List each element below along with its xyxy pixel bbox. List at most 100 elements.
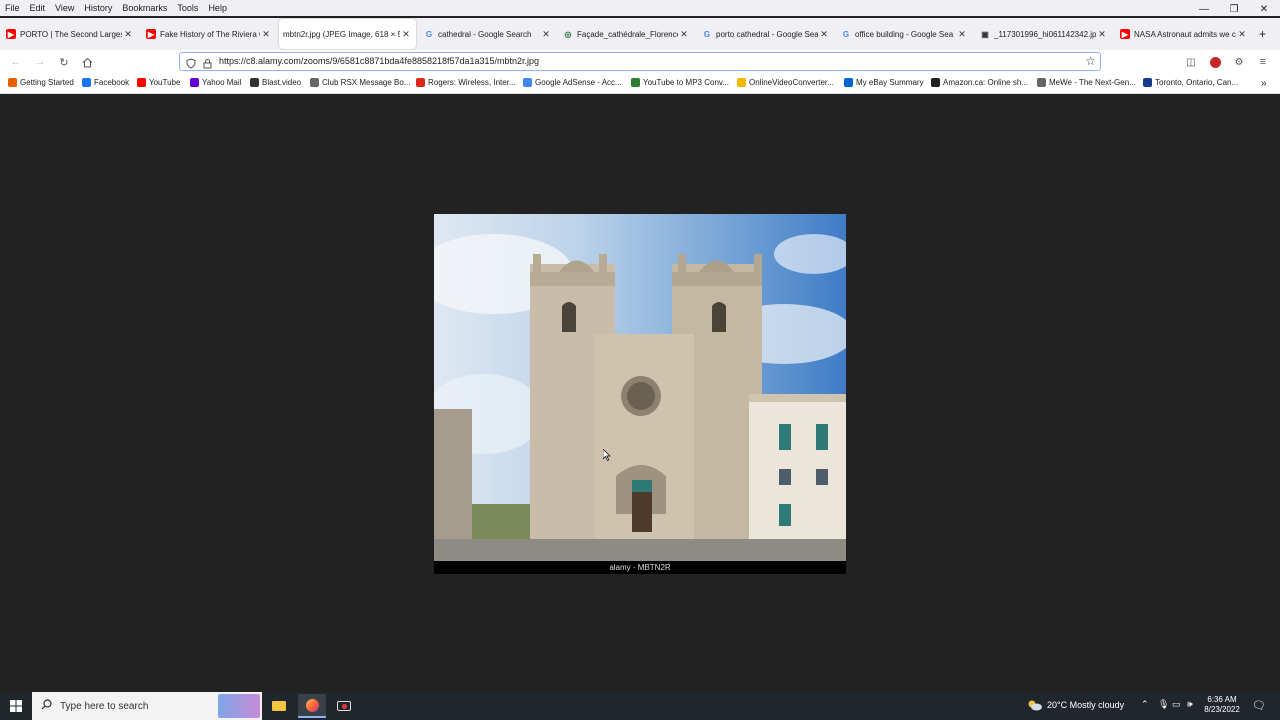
close-tab-icon[interactable]: ✕: [260, 29, 272, 40]
notifications-icon[interactable]: 🗨: [1252, 699, 1266, 712]
search-placeholder: Type here to search: [60, 700, 149, 712]
microphone-icon[interactable]: 🎙: [1158, 699, 1169, 710]
shield-icon[interactable]: [186, 56, 196, 74]
bookmark-label: Rogers: Wireless, Inter...: [428, 78, 516, 87]
bookmark-item[interactable]: Facebook: [82, 78, 129, 87]
firefox-taskbar-icon[interactable]: [298, 694, 326, 718]
tab[interactable]: G office building - Google Sea ✕: [841, 25, 968, 43]
tab[interactable]: ▶ Fake History of The Riviera O ✕: [146, 25, 272, 43]
weather-text[interactable]: 20°C Mostly cloudy: [1047, 700, 1124, 710]
bookmark-star-icon[interactable]: ☆: [1085, 54, 1096, 68]
google-icon: G: [703, 29, 711, 39]
bookmark-label: Facebook: [94, 78, 130, 87]
ebay-icon: [844, 78, 853, 87]
bookmark-label: Toronto, Ontario, Can...: [1155, 78, 1239, 87]
bookmark-item[interactable]: Google AdSense - Acc...: [523, 78, 622, 87]
tab-title: porto cathedral - Google Sea: [716, 29, 818, 39]
menu-bookmarks[interactable]: Bookmarks: [117, 0, 172, 16]
tab-title: Fake History of The Riviera O: [160, 29, 260, 39]
url-text: https://c8.alamy.com/zooms/9/6581c8871bd…: [219, 56, 540, 66]
restore-button[interactable]: ❐: [1218, 0, 1250, 18]
tab[interactable]: ▶ NASA Astronaut admits we c ✕: [1120, 25, 1248, 43]
bookmark-item[interactable]: Toronto, Ontario, Can...: [1143, 78, 1238, 87]
menu-edit[interactable]: Edit: [25, 0, 51, 16]
bookmark-item[interactable]: Getting Started: [8, 78, 74, 87]
google-icon: G: [425, 29, 433, 39]
close-tab-icon[interactable]: ✕: [678, 29, 690, 40]
address-bar[interactable]: https://c8.alamy.com/zooms/9/6581c8871bd…: [179, 52, 1101, 71]
tab[interactable]: ▶ PORTO | The Second Largest ✕: [6, 25, 134, 43]
tab-title: _117301996_hi061142342.jpg: [994, 29, 1096, 39]
cathedral-image[interactable]: alamy - MBTN2R: [434, 214, 846, 574]
bookmark-label: Google AdSense - Acc...: [535, 78, 622, 87]
lock-icon[interactable]: [203, 56, 212, 74]
bookmark-item[interactable]: YouTube: [137, 78, 180, 87]
close-tab-icon[interactable]: ✕: [540, 29, 552, 40]
image-viewer: alamy - MBTN2R: [0, 94, 1280, 692]
image-icon: ▣: [981, 29, 989, 39]
more-bookmarks-chevron-icon[interactable]: »: [1261, 78, 1267, 89]
windows-start-icon[interactable]: [2, 694, 30, 718]
close-tab-icon[interactable]: ✕: [122, 29, 134, 40]
youtube-icon: ▶: [146, 29, 156, 39]
menu-help[interactable]: Help: [203, 0, 232, 16]
bookmark-item[interactable]: Yahoo Mail: [190, 78, 241, 87]
menu-tools[interactable]: Tools: [172, 0, 203, 16]
extensions-icon[interactable]: ⚙: [1231, 54, 1247, 70]
volume-icon[interactable]: 🕪: [1187, 699, 1193, 710]
weather-cloud-icon[interactable]: [1027, 699, 1043, 714]
google-icon: G: [842, 29, 850, 39]
youtube-icon: ▶: [1120, 29, 1130, 39]
reload-icon[interactable]: ↻: [56, 54, 72, 70]
file-explorer-icon[interactable]: [265, 694, 293, 718]
youtube-icon: [137, 78, 146, 87]
tab[interactable]: ▣ _117301996_hi061142342.jpg ✕: [980, 25, 1108, 43]
bookmark-item[interactable]: Blast.video: [250, 78, 301, 87]
minimize-button[interactable]: —: [1188, 0, 1220, 18]
tray-chevron-up-icon[interactable]: ⌃: [1141, 699, 1149, 710]
network-icon[interactable]: ▭: [1172, 699, 1181, 710]
mouse-cursor-icon: [602, 448, 611, 461]
screen-recorder-icon[interactable]: [330, 694, 358, 718]
home-icon[interactable]: [79, 54, 95, 70]
bookmark-item[interactable]: MeWe - The Next-Gen...: [1037, 78, 1136, 87]
clock[interactable]: 6:36 AM 8/23/2022: [1200, 695, 1244, 715]
bookmark-item[interactable]: YouTube to MP3 Conv...: [631, 78, 729, 87]
tab[interactable]: G cathedral - Google Search ✕: [424, 25, 552, 43]
pocket-icon[interactable]: ◫: [1183, 54, 1199, 70]
bookmark-item[interactable]: Club RSX Message Bo...: [310, 78, 410, 87]
forward-icon[interactable]: →: [32, 54, 48, 70]
google-icon: [523, 78, 532, 87]
close-tab-icon[interactable]: ✕: [818, 29, 830, 40]
tab-title: PORTO | The Second Largest: [20, 29, 122, 39]
menu-history[interactable]: History: [79, 0, 117, 16]
new-tab-button[interactable]: +: [1259, 25, 1273, 43]
facebook-icon: [82, 78, 91, 87]
bookmark-label: YouTube: [149, 78, 181, 87]
close-tab-icon[interactable]: ✕: [1236, 29, 1248, 40]
bookmark-item[interactable]: Rogers: Wireless, Inter...: [416, 78, 516, 87]
clock-date: 8/23/2022: [1204, 705, 1240, 714]
taskbar-search-input[interactable]: Type here to search: [32, 692, 262, 720]
close-window-button[interactable]: ✕: [1248, 0, 1280, 18]
close-tab-icon[interactable]: ✕: [956, 29, 968, 40]
tab-active[interactable]: mbtn2r.jpg (JPEG Image, 618 × 5 ✕: [279, 19, 416, 49]
hamburger-menu-icon[interactable]: ≡: [1255, 54, 1271, 70]
bookmark-item[interactable]: Amazon.ca: Online sh...: [931, 78, 1028, 87]
adblock-icon[interactable]: [1207, 54, 1223, 70]
menu-bar: File Edit View History Bookmarks Tools H…: [0, 0, 1280, 16]
tab[interactable]: ◎ Façade_cathédrale_Florence ✕: [563, 25, 690, 43]
menu-file[interactable]: File: [0, 0, 25, 16]
close-tab-icon[interactable]: ✕: [1096, 29, 1108, 40]
weather-network-icon: [1143, 78, 1152, 87]
close-tab-icon[interactable]: ✕: [400, 29, 412, 40]
tab[interactable]: G porto cathedral - Google Sea ✕: [702, 25, 830, 43]
menu-view[interactable]: View: [50, 0, 79, 16]
tab-title: cathedral - Google Search: [438, 29, 532, 39]
back-icon[interactable]: ←: [8, 54, 24, 70]
search-icon: [41, 699, 52, 713]
bookmark-item[interactable]: OnlineVideoConverter...: [737, 78, 834, 87]
bookmark-item[interactable]: My eBay Summary: [844, 78, 924, 87]
amazon-icon: [931, 78, 940, 87]
tab-title: mbtn2r.jpg (JPEG Image, 618 × 5: [283, 29, 400, 39]
